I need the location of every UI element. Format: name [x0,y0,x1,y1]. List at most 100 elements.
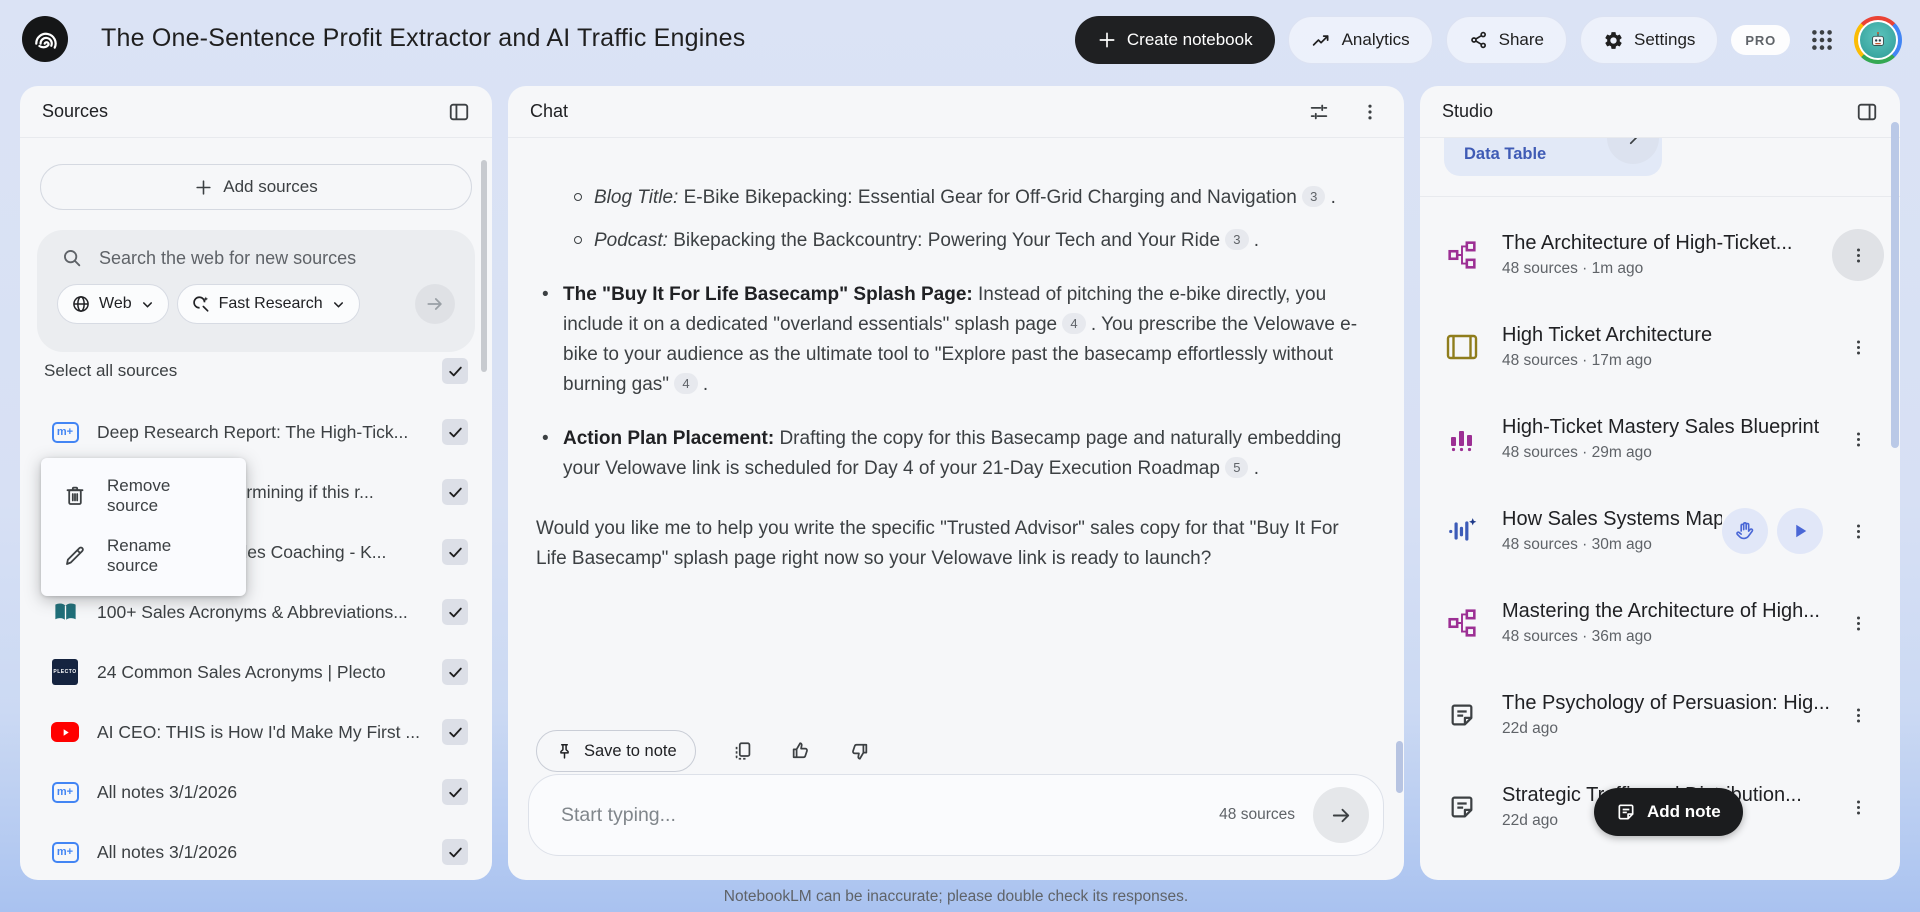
notebooklm-note-icon: m+ [51,781,79,803]
avatar-robot-image [1858,20,1898,60]
notebooklm-note-icon: m+ [51,841,79,863]
send-button[interactable] [1313,787,1369,843]
source-checkbox[interactable] [442,419,468,445]
source-row[interactable]: m+ All notes 3/1/2026 [20,762,492,822]
source-row[interactable]: m+ Deep Research Report: The High-Tick... [20,402,492,462]
sources-scrollbar[interactable] [481,160,487,372]
studio-item-meta: 48 sources · 1m ago [1502,260,1644,277]
studio-item-row[interactable]: Mastering the Architecture of High... 48 … [1420,577,1900,669]
citation-chip[interactable]: 4 [674,373,698,394]
chat-more-icon[interactable] [1360,102,1380,122]
barchart-icon [1444,425,1480,453]
pro-badge: PRO [1731,25,1790,55]
studio-item-meta: 22d ago [1502,720,1559,737]
bullet-marker: • [542,284,549,305]
citation-chip[interactable]: 5 [1225,457,1249,478]
source-title: 100+ Sales Acronyms & Abbreviations... [97,601,408,622]
plus-icon [1097,30,1117,50]
sub-bullet-marker [574,236,582,244]
source-row[interactable]: PLECTO 24 Common Sales Acronyms | Plecto [20,642,492,702]
chat-bullet-block: • The "Buy It For Life Basecamp" Splash P… [536,280,1368,400]
item-more-icon[interactable] [1832,229,1884,281]
thumbs-down-icon[interactable] [848,740,870,762]
add-sources-button[interactable]: Add sources [40,164,472,210]
google-apps-grid-icon[interactable] [1809,27,1835,53]
create-notebook-button[interactable]: Create notebook [1074,16,1275,64]
thumbs-up-icon[interactable] [790,740,812,762]
search-input[interactable]: Search the web for new sources [99,248,356,269]
flowchart-icon [1444,240,1480,270]
source-title: AI CEO: THIS is How I'd Make My First ..… [97,721,420,742]
notebooklm-logo-icon[interactable] [22,16,68,62]
citation-chip[interactable]: 3 [1225,229,1249,250]
chat-bullet-block: • Action Plan Placement: Drafting the cop… [536,424,1368,484]
source-checkbox[interactable] [442,839,468,865]
source-checkbox[interactable] [442,659,468,685]
item-more-icon[interactable] [1832,873,1884,880]
sub-bullet-marker [574,193,582,201]
analytics-button[interactable]: Analytics [1287,16,1433,64]
rename-source-menu-item[interactable]: Rename source [41,526,246,586]
chat-message: Blog Title: E-Bike Bikepacking: Essentia… [536,170,1368,574]
studio-item-meta: 48 sources · 36m ago [1502,628,1652,645]
interactive-mode-button[interactable] [1722,508,1768,554]
chat-sub-block: Podcast: Bikepacking the Backcountry: Po… [536,226,1368,256]
select-all-checkbox[interactable] [442,358,468,384]
item-more-icon[interactable] [1832,689,1884,741]
add-note-button[interactable]: Add note [1594,788,1743,836]
settings-button[interactable]: Settings [1579,16,1719,64]
studio-item-title: How Sales Systems Map... [1502,508,1722,530]
citation-chip[interactable]: 4 [1062,313,1086,334]
studio-item-row[interactable]: The Psychology of Persuasion: Hig... 22d … [1420,669,1900,761]
book-favicon-icon [52,599,79,626]
chat-input[interactable]: Start typing... [561,804,1219,827]
studio-item-meta: 48 sources · 30m ago [1502,536,1652,553]
share-icon [1469,30,1489,50]
save-to-note-button[interactable]: Save to note [536,730,696,772]
copy-icon[interactable] [732,740,754,762]
item-more-icon[interactable] [1832,321,1884,373]
source-title: 24 Common Sales Acronyms | Plecto [97,661,386,682]
studio-item-row[interactable]: The Architecture of High-Ticket... 48 sou… [1420,209,1900,301]
studio-item-title: High-Ticket Mastery Sales Blueprint [1502,416,1820,438]
studio-item-row[interactable]: High Ticket Architecture 48 sources · 17m… [1420,301,1900,393]
source-title: etermining if this r... [222,481,374,502]
studio-scrollbar[interactable] [1891,122,1899,448]
share-button[interactable]: Share [1445,16,1567,64]
research-mode-dropdown[interactable]: Fast Research [176,284,360,324]
play-audio-button[interactable] [1777,508,1823,554]
studio-item-row[interactable]: High-Ticket Mastery Sales Blueprint 48 so… [1420,393,1900,485]
item-more-icon[interactable] [1832,505,1884,557]
note-doc-icon [1444,793,1480,821]
notebook-title[interactable]: The One-Sentence Profit Extractor and AI… [101,24,745,53]
plecto-favicon-icon: PLECTO [52,659,78,685]
source-checkbox[interactable] [442,599,468,625]
studio-item-row[interactable]: How Sales Systems Map... 48 sources · 30m… [1420,485,1900,577]
studio-item-meta: 48 sources · 29m ago [1502,444,1652,461]
remove-source-menu-item[interactable]: Remove source [41,466,246,526]
search-icon [61,247,83,269]
source-checkbox[interactable] [442,719,468,745]
item-more-icon[interactable] [1832,413,1884,465]
chat-panel: Chat Blog Title: E-Bike Bikepacking: Ess… [508,86,1404,880]
item-more-icon[interactable] [1832,597,1884,649]
expand-panel-icon[interactable] [1856,101,1878,123]
plus-icon [194,178,213,197]
source-checkbox[interactable] [442,479,468,505]
source-checkbox[interactable] [442,539,468,565]
collapse-panel-icon[interactable] [448,101,470,123]
sources-panel-title: Sources [42,101,109,121]
source-row[interactable]: m+ All notes 3/1/2026 [20,822,492,880]
submit-search-button[interactable] [415,284,455,324]
chat-settings-tune-icon[interactable] [1308,101,1330,123]
chat-sub-block: Blog Title: E-Bike Bikepacking: Essentia… [536,183,1368,213]
source-title: All notes 3/1/2026 [97,781,238,802]
user-avatar[interactable] [1854,16,1902,64]
studio-item-row[interactable]: The Acronym Method for Batching... [1420,853,1900,880]
source-checkbox[interactable] [442,779,468,805]
source-row[interactable]: AI CEO: THIS is How I'd Make My First ..… [20,702,492,762]
citation-chip[interactable]: 3 [1302,186,1326,207]
web-filter-dropdown[interactable]: Web [57,284,169,324]
chat-scrollbar[interactable] [1396,741,1403,793]
item-more-icon[interactable] [1832,781,1884,833]
